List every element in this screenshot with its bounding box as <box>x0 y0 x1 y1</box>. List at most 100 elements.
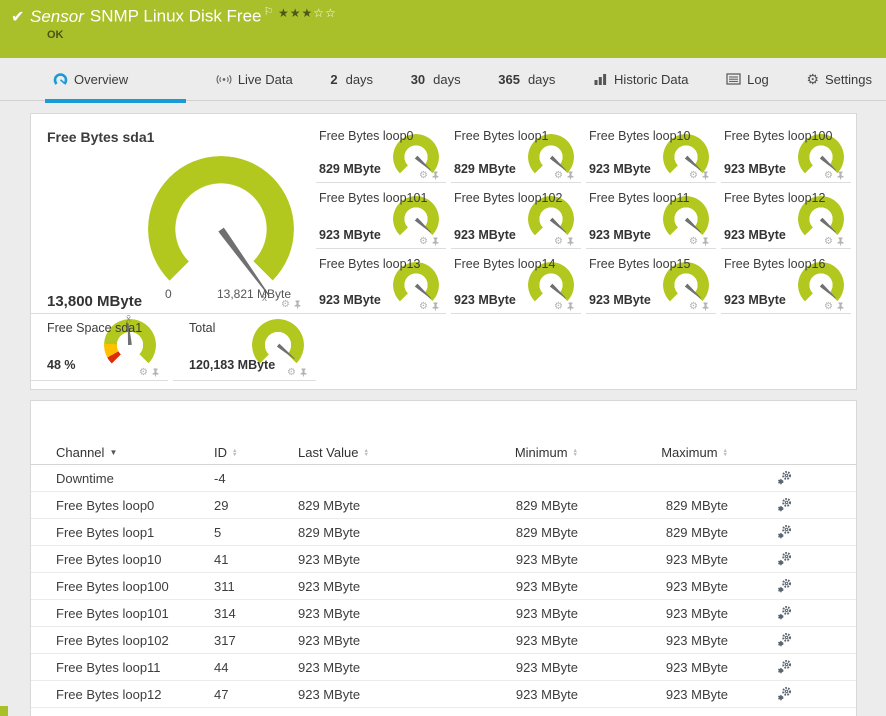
channel-gauge-cell[interactable]: Free Bytes loop16 923 MByte ⚙ <box>721 249 851 314</box>
priority-rating[interactable]: ★★★☆☆ <box>278 6 337 20</box>
tab-settings[interactable]: ⚙ Settings <box>798 58 880 100</box>
gauge-settings-gear-icon[interactable]: ⚙ <box>281 300 290 310</box>
channel-settings-button[interactable] <box>728 551 840 567</box>
tab-overview[interactable]: Overview <box>45 58 186 100</box>
cell-id: 317 <box>214 633 298 648</box>
cell-channel: Free Bytes loop11 <box>56 660 214 675</box>
channel-gauge-cell[interactable]: Free Bytes loop102 923 MByte ⚙ <box>451 183 581 249</box>
channel-table-row: Free Bytes loop0 29 829 MByte 829 MByte … <box>31 492 856 519</box>
channel-settings-gears-icon <box>776 632 793 648</box>
tab-live-data-label: Live Data <box>238 72 293 87</box>
channel-gauge-cell[interactable]: Free Bytes loop13 923 MByte ⚙ <box>316 249 446 314</box>
pin-icon[interactable] <box>836 171 845 181</box>
pin-icon[interactable] <box>701 237 710 247</box>
gauge-settings-gear-icon[interactable]: ⚙ <box>554 171 563 181</box>
pin-icon[interactable] <box>836 302 845 312</box>
col-header-channel[interactable]: Channel ▼ <box>56 445 214 460</box>
col-header-id[interactable]: ID ▲▼ <box>214 445 298 460</box>
cell-channel: Free Bytes loop1 <box>56 525 214 540</box>
pin-icon[interactable] <box>431 237 440 247</box>
free-space-gauge-cell[interactable]: Free Space sda1 x̄ 48 % ⚙ <box>31 314 168 381</box>
sensor-kind-label: Sensor <box>30 7 84 26</box>
pin-icon[interactable] <box>293 300 302 310</box>
channel-settings-button[interactable] <box>728 659 840 675</box>
channel-settings-button[interactable] <box>728 524 840 540</box>
stars-empty: ☆☆ <box>313 6 337 20</box>
secondary-gauge-row: Free Space sda1 x̄ 48 % ⚙ Total <box>31 314 316 381</box>
channel-settings-gears-icon <box>776 578 793 594</box>
channel-settings-button[interactable] <box>728 497 840 513</box>
gauge-settings-gear-icon[interactable]: ⚙ <box>419 237 428 247</box>
pin-icon[interactable] <box>151 368 160 378</box>
channel-gauge-title: Free Bytes loop102 <box>454 191 562 205</box>
channel-gauge-value: 923 MByte <box>724 293 786 307</box>
total-gauge-cell[interactable]: Total 120,183 MByte ⚙ <box>173 314 316 381</box>
col-header-last-value[interactable]: Last Value ▲▼ <box>298 445 483 460</box>
gauge-actions: ⚙ <box>419 237 440 247</box>
gauge-settings-gear-icon[interactable]: ⚙ <box>689 171 698 181</box>
gauge-settings-gear-icon[interactable]: ⚙ <box>689 237 698 247</box>
channel-gauge-cell[interactable]: Free Bytes loop14 923 MByte ⚙ <box>451 249 581 314</box>
channel-settings-button[interactable] <box>728 632 840 648</box>
channel-gauge-cell[interactable]: Free Bytes loop0 829 MByte ⚙ <box>316 121 446 183</box>
ok-check-icon: ✔ <box>11 7 24 27</box>
pin-icon[interactable] <box>566 237 575 247</box>
gauge-settings-gear-icon[interactable]: ⚙ <box>554 302 563 312</box>
gauge-settings-gear-icon[interactable]: ⚙ <box>824 171 833 181</box>
gauge-settings-gear-icon[interactable]: ⚙ <box>287 368 296 378</box>
channel-settings-button[interactable] <box>728 686 840 702</box>
tab-historic-data[interactable]: Historic Data <box>585 58 696 100</box>
tab-365-days[interactable]: 365 days <box>490 58 563 100</box>
pin-icon[interactable] <box>836 237 845 247</box>
log-list-icon <box>726 73 741 85</box>
flag-icon[interactable]: ⚐ <box>264 6 274 18</box>
gauge-settings-gear-icon[interactable]: ⚙ <box>824 237 833 247</box>
pin-icon[interactable] <box>701 171 710 181</box>
gauge-settings-gear-icon[interactable]: ⚙ <box>689 302 698 312</box>
tab-live-data[interactable]: Live Data <box>208 58 301 100</box>
cell-last-value: 829 MByte <box>298 525 483 540</box>
gauge-settings-gear-icon[interactable]: ⚙ <box>824 302 833 312</box>
pin-icon[interactable] <box>566 302 575 312</box>
pin-icon[interactable] <box>566 171 575 181</box>
gauge-settings-gear-icon[interactable]: ⚙ <box>139 368 148 378</box>
sort-icon: ▲▼ <box>723 449 728 457</box>
cell-id: -4 <box>214 471 298 486</box>
gear-icon: ⚙ <box>806 72 819 86</box>
channel-settings-gears-icon <box>776 605 793 621</box>
channel-gauge-cell[interactable]: Free Bytes loop1 829 MByte ⚙ <box>451 121 581 183</box>
pin-icon[interactable] <box>431 302 440 312</box>
cell-id: 41 <box>214 552 298 567</box>
channel-settings-button[interactable] <box>728 605 840 621</box>
channel-gauge-cell[interactable]: Free Bytes loop11 923 MByte ⚙ <box>586 183 716 249</box>
channel-gauge-title: Free Bytes loop15 <box>589 257 690 271</box>
channel-gauge-cell[interactable]: Free Bytes loop12 923 MByte ⚙ <box>721 183 851 249</box>
cell-minimum: 923 MByte <box>483 633 578 648</box>
pin-icon[interactable] <box>431 171 440 181</box>
channel-gauge-cell[interactable]: Free Bytes loop100 923 MByte ⚙ <box>721 121 851 183</box>
gauge-settings-gear-icon[interactable]: ⚙ <box>419 171 428 181</box>
cell-minimum: 829 MByte <box>483 525 578 540</box>
channel-gauge-cell[interactable]: Free Bytes loop10 923 MByte ⚙ <box>586 121 716 183</box>
gauge-scale-min: 0 <box>165 287 172 301</box>
channel-gauge-cell[interactable]: Free Bytes loop15 923 MByte ⚙ <box>586 249 716 314</box>
main-gauge: x̄ <box>148 156 294 302</box>
pin-icon[interactable] <box>701 302 710 312</box>
gauge-settings-gear-icon[interactable]: ⚙ <box>419 302 428 312</box>
channel-gauge-cell[interactable]: Free Bytes loop101 923 MByte ⚙ <box>316 183 446 249</box>
channel-settings-button[interactable] <box>728 470 840 486</box>
main-gauge-cell[interactable]: Free Bytes sda1 x̄ 0 13,821 MByte 13,800… <box>31 121 316 314</box>
cell-last-value: 923 MByte <box>298 552 483 567</box>
channel-gauge-value: 923 MByte <box>724 228 786 242</box>
tab-30-days[interactable]: 30 days <box>403 58 469 100</box>
tab-2-days[interactable]: 2 days <box>322 58 381 100</box>
tab-log[interactable]: Log <box>718 58 777 100</box>
col-header-maximum[interactable]: Maximum ▲▼ <box>578 445 728 460</box>
tab-30-days-label: days <box>433 72 460 87</box>
cell-last-value: 923 MByte <box>298 633 483 648</box>
channel-settings-button[interactable] <box>728 578 840 594</box>
col-header-minimum[interactable]: Minimum ▲▼ <box>483 445 578 460</box>
pin-icon[interactable] <box>299 368 308 378</box>
live-data-icon <box>216 73 232 86</box>
gauge-settings-gear-icon[interactable]: ⚙ <box>554 237 563 247</box>
